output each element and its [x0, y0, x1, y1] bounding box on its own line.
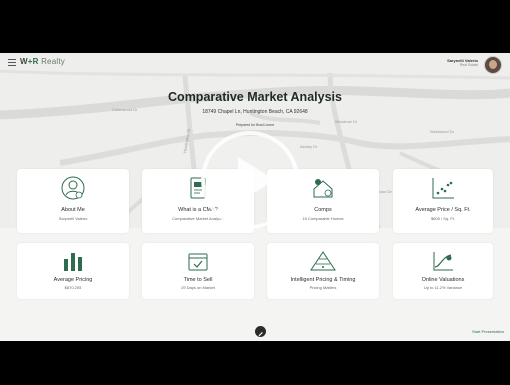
- avatar[interactable]: [484, 56, 502, 74]
- card-label: Average Pricing: [53, 277, 93, 283]
- card-sub: Up to 11.2% Variance: [423, 285, 463, 290]
- hamburger-menu-icon[interactable]: [8, 59, 16, 66]
- calendar-check-icon: [188, 253, 208, 271]
- top-bar: W+R Realty Sarynelli Valerio Real Estate: [0, 53, 510, 75]
- card-time-to-sell[interactable]: Time to Sell 29 Days on Market: [142, 243, 254, 299]
- pen-icon[interactable]: [255, 326, 266, 337]
- card-sub: $870,205: [64, 285, 82, 290]
- page-title: Comparative Market Analysis: [168, 90, 342, 104]
- curve-chart-icon: [433, 252, 453, 271]
- prepared-for: Prepared for Brad Leone: [235, 123, 275, 127]
- card-online-valuations[interactable]: Online Valuations Up to 11.2% Variance: [393, 243, 493, 299]
- play-button[interactable]: [200, 130, 300, 230]
- card-about-me[interactable]: About Me Sarynelli Valerio: [17, 169, 129, 233]
- pyramid-icon: [310, 251, 336, 271]
- bar-chart-icon: [64, 253, 82, 271]
- map-label: Ashley Dr: [300, 144, 318, 149]
- user-circle-icon: [61, 176, 85, 200]
- card-label: Online Valuations: [421, 277, 465, 283]
- user-info: Sarynelli Valerio Real Estate: [447, 58, 478, 67]
- card-sub: 29 Days on Market: [181, 285, 215, 290]
- card-sub: $605 / Sq. Ft.: [430, 216, 455, 221]
- card-label: Intelligent Pricing & Timing: [290, 277, 356, 283]
- user-role: Real Estate: [459, 63, 478, 67]
- scatter-icon: [432, 178, 454, 199]
- brand-logo[interactable]: W+R Realty: [20, 57, 65, 66]
- start-presentation-button[interactable]: Start Presentation: [472, 329, 504, 334]
- card-average-price-sqft[interactable]: Average Price / Sq. Ft. $605 / Sq. Ft.: [393, 169, 493, 233]
- card-label: Average Price / Sq. Ft.: [415, 207, 471, 213]
- card-sub: Pricing Matters: [309, 285, 337, 290]
- house-icon: [313, 179, 333, 198]
- card-intelligent-pricing[interactable]: Intelligent Pricing & Timing Pricing Mat…: [267, 243, 379, 299]
- property-address: 18749 Chapel Ln, Huntington Beach, CA 92…: [202, 109, 308, 115]
- card-label: About Me: [61, 207, 85, 213]
- video-frame: { "header": { "brand_a": "W", "brand_b":…: [0, 0, 510, 385]
- card-label: Time to Sell: [183, 277, 213, 283]
- card-average-pricing[interactable]: Average Pricing $870,205: [17, 243, 129, 299]
- card-sub: Sarynelli Valerio: [58, 216, 88, 221]
- map-label: Westwood Dr: [430, 129, 455, 134]
